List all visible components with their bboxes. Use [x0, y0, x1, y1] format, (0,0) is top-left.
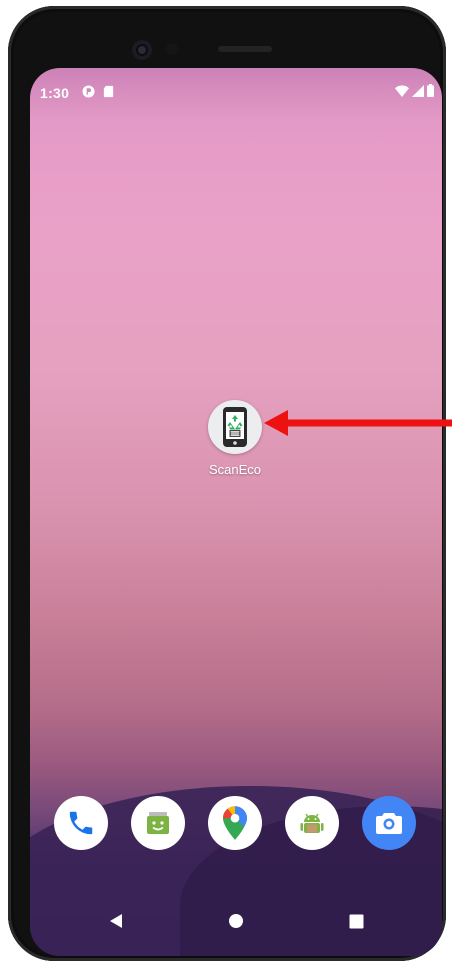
home-icon	[229, 914, 243, 928]
recycle-phone-icon	[208, 400, 262, 454]
red-pointer-arrow	[264, 410, 452, 436]
back-button[interactable]	[102, 907, 130, 935]
home-button[interactable]	[222, 907, 250, 935]
back-icon	[110, 914, 122, 928]
dock-messages[interactable]	[131, 796, 185, 850]
front-camera	[132, 40, 152, 60]
phone-icon	[69, 811, 93, 835]
recents-button[interactable]	[342, 907, 370, 935]
recents-icon	[349, 914, 363, 928]
wifi-icon	[395, 85, 409, 97]
dock-android[interactable]	[285, 796, 339, 850]
dock-phone[interactable]	[54, 796, 108, 850]
camera-icon	[376, 813, 402, 834]
dock-maps[interactable]	[208, 796, 262, 850]
app-notification-icon	[82, 85, 95, 98]
sd-card-icon	[103, 85, 114, 98]
proximity-sensor	[166, 43, 178, 55]
app-scaneco[interactable]: ScanEco	[204, 400, 266, 477]
status-time: 1:30	[40, 85, 70, 101]
maps-icon	[223, 806, 247, 840]
cell-signal-icon	[412, 84, 424, 97]
status-bar: 1:30	[30, 68, 442, 112]
home-screen: 1:30 ScanEco	[30, 68, 442, 956]
favorites-dock	[30, 796, 442, 856]
messages-icon	[147, 812, 169, 834]
earpiece-speaker	[218, 46, 272, 52]
navigation-bar	[30, 893, 442, 947]
dock-camera[interactable]	[362, 796, 416, 850]
battery-icon	[427, 84, 434, 97]
app-label: ScanEco	[208, 462, 262, 477]
android-icon	[300, 813, 324, 833]
